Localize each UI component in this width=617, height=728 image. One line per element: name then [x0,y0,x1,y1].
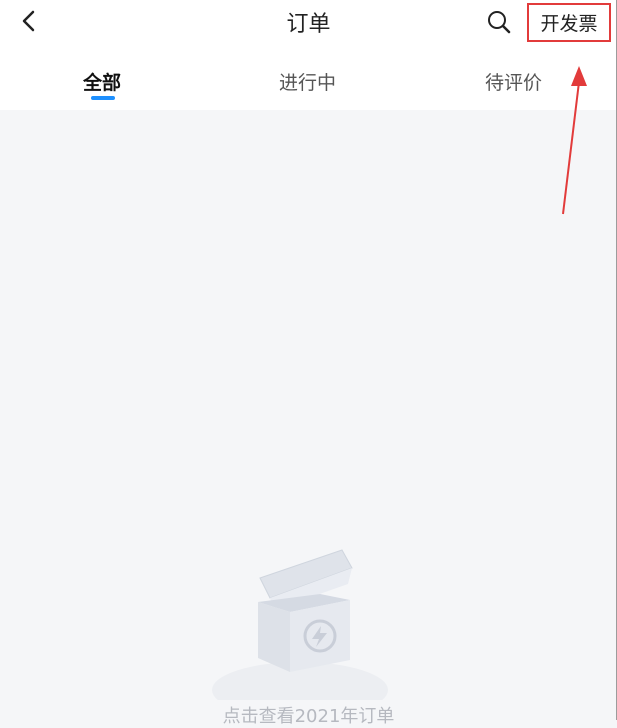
invoice-button[interactable]: 开发票 [527,3,611,42]
tab-pending-review[interactable]: 待评价 [485,68,542,95]
empty-box-illustration [212,549,388,700]
page-title: 订单 [286,12,331,37]
chevron-left-icon[interactable] [18,9,42,33]
empty-state-text[interactable]: 点击查看2021年订单 [0,702,617,728]
search-icon[interactable] [486,9,512,35]
top-app-bar: 订单 开发票 [0,0,617,44]
tab-in-progress[interactable]: 进行中 [279,68,336,95]
active-tab-indicator [91,96,115,100]
order-tabs: 全部 进行中 待评价 [0,44,617,110]
tab-all[interactable]: 全部 [83,68,121,95]
